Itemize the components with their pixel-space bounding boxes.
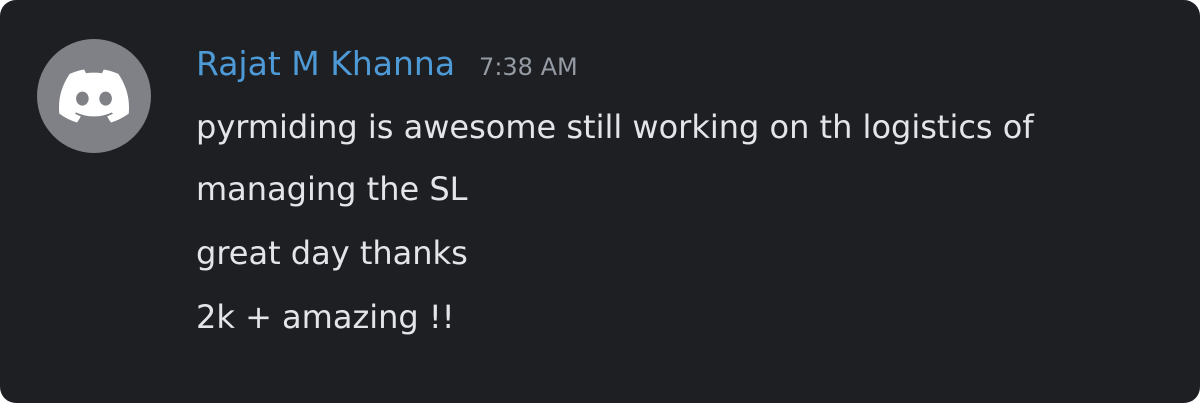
- message-header: Rajat M Khanna 7:38 AM: [196, 44, 1176, 90]
- discord-logo-icon: [59, 69, 129, 123]
- username[interactable]: Rajat M Khanna: [196, 44, 455, 83]
- avatar[interactable]: [37, 39, 151, 153]
- chat-message-card: Rajat M Khanna 7:38 AM pyrmiding is awes…: [0, 0, 1200, 403]
- message-text: pyrmiding is awesome still working on th…: [196, 108, 1034, 208]
- message-content: Rajat M Khanna 7:38 AM pyrmiding is awes…: [196, 44, 1176, 348]
- message-text: great day thanks: [196, 234, 468, 272]
- timestamp[interactable]: 7:38 AM: [479, 53, 578, 81]
- message-text: 2k + amazing !!: [196, 298, 455, 336]
